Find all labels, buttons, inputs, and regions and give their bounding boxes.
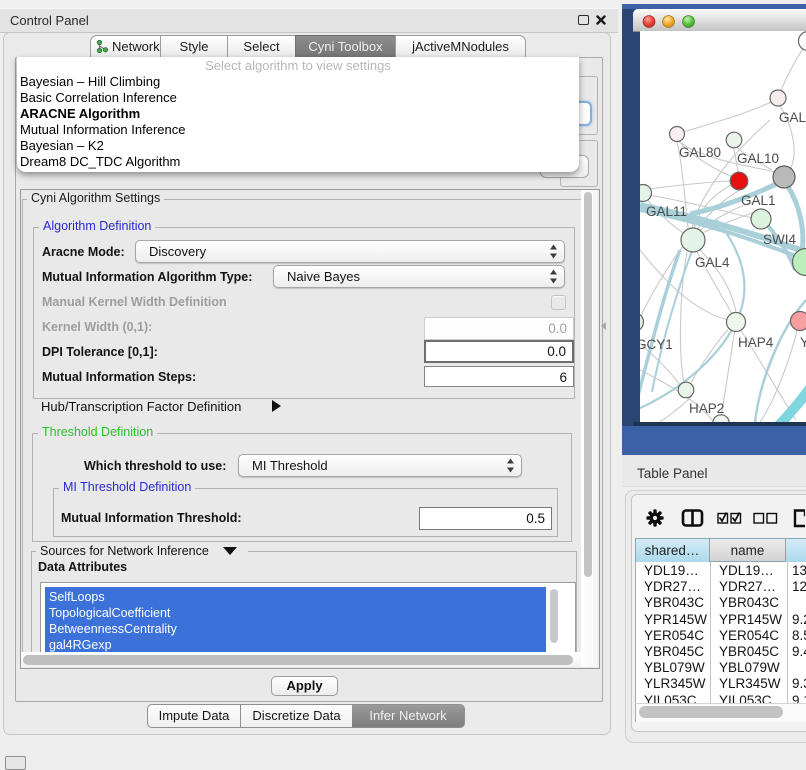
svg-text:HAP2: HAP2 [689, 401, 724, 416]
svg-text:GAL1: GAL1 [741, 193, 776, 208]
svg-text:Y: Y [800, 335, 806, 350]
svg-text:GAL10: GAL10 [737, 151, 779, 166]
svg-text:GAL80: GAL80 [679, 145, 721, 160]
svg-text:GAL11: GAL11 [646, 204, 687, 219]
svg-text:SWI4: SWI4 [763, 232, 796, 247]
svg-text:GCY1: GCY1 [640, 337, 673, 352]
svg-text:GAL7: GAL7 [779, 110, 806, 125]
svg-text:HAP4: HAP4 [738, 335, 774, 350]
svg-text:GAL4: GAL4 [695, 255, 730, 270]
